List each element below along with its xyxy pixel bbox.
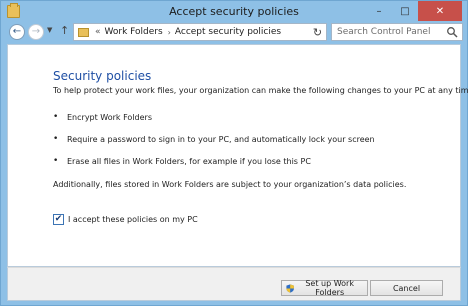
data-policy-note: Additionally, files stored in Work Folde… (53, 180, 407, 189)
accept-policies-row[interactable]: ✔ I accept these policies on my PC (53, 214, 198, 225)
arrow-right-icon: → (31, 26, 41, 37)
title-bar[interactable]: Accept security policies – □ ✕ (1, 1, 467, 23)
close-button[interactable]: ✕ (418, 1, 462, 21)
cancel-button[interactable]: Cancel (370, 280, 443, 296)
search-input[interactable] (332, 24, 442, 40)
recent-locations-button[interactable]: ▼ (47, 26, 52, 34)
maximize-button[interactable]: □ (392, 1, 418, 21)
set-up-work-folders-label: Set up Work Folders (305, 279, 354, 297)
page-title: Security policies (53, 69, 152, 83)
navigation-bar: ← → ▼ ↑ « Work Folders › Accept security… (7, 23, 463, 41)
arrow-left-icon: ← (12, 26, 22, 37)
search-box[interactable] (331, 23, 463, 41)
breadcrumb-accept-security-policies[interactable]: Accept security policies (175, 27, 281, 37)
breadcrumb-work-folders[interactable]: Work Folders (105, 27, 163, 37)
back-button[interactable]: ← (9, 24, 25, 40)
dialog-footer: Set up Work Folders Cancel (7, 267, 461, 301)
folder-icon (78, 27, 89, 37)
policy-item: Encrypt Work Folders (53, 112, 375, 135)
chevron-right-icon[interactable]: › (168, 28, 171, 37)
checkmark-icon: ✔ (54, 214, 63, 224)
intro-text: To help protect your work files, your or… (53, 86, 468, 95)
search-icon[interactable] (446, 26, 458, 38)
minimize-button[interactable]: – (366, 1, 392, 21)
accept-policies-label[interactable]: I accept these policies on my PC (68, 215, 198, 224)
shield-icon (286, 283, 294, 293)
policy-list: Encrypt Work Folders Require a password … (53, 112, 375, 179)
refresh-icon: ↻ (312, 25, 323, 39)
policy-item: Erase all files in Work Folders, for exa… (53, 156, 375, 179)
refresh-button[interactable]: ↻ (309, 23, 327, 41)
content-pane: Security policies To help protect your w… (7, 44, 468, 267)
address-bar[interactable]: « Work Folders › Accept security policie… (73, 23, 327, 41)
breadcrumb-overflow-icon[interactable]: « (95, 27, 101, 37)
accept-policies-checkbox[interactable]: ✔ (53, 214, 64, 225)
caption-buttons: – □ ✕ (366, 1, 462, 21)
policy-item: Require a password to sign in to your PC… (53, 134, 375, 157)
set-up-work-folders-button[interactable]: Set up Work Folders (281, 279, 368, 297)
forward-button[interactable]: → (28, 24, 44, 40)
up-button[interactable]: ↑ (60, 24, 69, 37)
window: Accept security policies – □ ✕ ← → ▼ ↑ «… (0, 0, 468, 306)
